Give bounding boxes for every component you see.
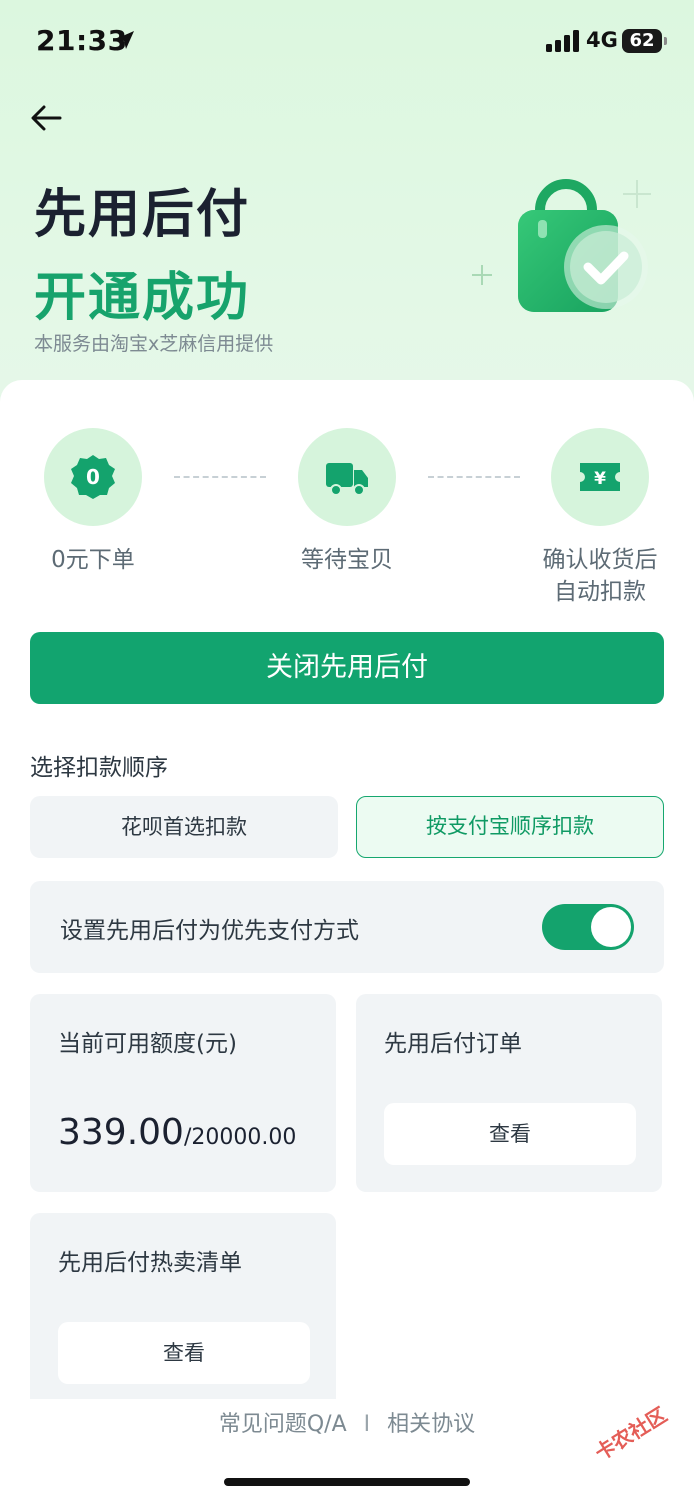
step-auto-deduct: ¥ 确认收货后 自动扣款 (510, 428, 690, 608)
zero-badge-text: 0 (86, 465, 100, 489)
credit-available: 339.00 (58, 1112, 184, 1153)
page-title: 先用后付 (34, 185, 251, 245)
step-connector (174, 476, 266, 478)
pay-later-orders-card: 先用后付订单 查看 (356, 994, 662, 1192)
preferred-payment-toggle[interactable] (542, 904, 634, 950)
orders-title: 先用后付订单 (384, 1031, 522, 1057)
yuan-text: ¥ (594, 469, 606, 489)
truck-icon (326, 463, 368, 496)
credit-limit-card: 当前可用额度(元) 339.00/20000.00 (30, 994, 336, 1192)
service-provider-note: 本服务由淘宝x芝麻信用提供 (34, 333, 274, 355)
step-order-zero: 0 0元下单 (3, 428, 183, 576)
hot-list-title: 先用后付热卖清单 (58, 1250, 242, 1276)
close-pay-later-button[interactable]: 关闭先用后付 (30, 632, 664, 704)
step-label-line2: 自动扣款 (554, 579, 646, 605)
step-label-line1: 确认收货后 (542, 547, 658, 573)
preferred-payment-label: 设置先用后付为优先支付方式 (60, 918, 359, 944)
step-wait-goods: 等待宝贝 (257, 428, 437, 576)
zero-badge-icon: 0 (71, 455, 115, 499)
footer-separator: I (363, 1412, 371, 1437)
credit-limit-title: 当前可用额度(元) (58, 1031, 237, 1057)
step-connector (428, 476, 520, 478)
view-orders-button[interactable]: 查看 (384, 1103, 636, 1165)
battery-tip (664, 37, 667, 45)
step-circle (298, 428, 396, 526)
network-type: 4G (586, 28, 618, 52)
battery-indicator: 62 (622, 29, 662, 53)
status-bar: 21:33 4G 62 (0, 0, 694, 84)
agreement-link[interactable]: 相关协议 (387, 1406, 475, 1438)
activation-status: 开通成功 (34, 268, 251, 328)
shopping-bag-check-icon (472, 179, 651, 312)
step-label: 等待宝贝 (301, 547, 393, 573)
step-circle: 0 (44, 428, 142, 526)
home-indicator (224, 1478, 470, 1486)
step-label: 确认收货后 自动扣款 (510, 544, 690, 608)
location-arrow-icon (116, 31, 134, 49)
step-circle: ¥ (551, 428, 649, 526)
footer-links: 常见问题Q/A I 相关协议 (0, 1406, 694, 1438)
toggle-knob (591, 907, 631, 947)
back-arrow-icon[interactable] (28, 100, 64, 136)
credit-total: 20000.00 (191, 1125, 297, 1150)
step-label: 0元下单 (51, 547, 135, 573)
preferred-payment-row: 设置先用后付为优先支付方式 (30, 881, 664, 973)
faq-link[interactable]: 常见问题Q/A (219, 1406, 347, 1438)
hot-list-card: 先用后付热卖清单 查看 (30, 1213, 336, 1399)
option-huabei-first[interactable]: 花呗首选扣款 (30, 796, 338, 858)
view-hot-list-button[interactable]: 查看 (58, 1322, 310, 1384)
credit-amount: 339.00/20000.00 (58, 1112, 296, 1153)
deduction-order-label: 选择扣款顺序 (30, 755, 168, 781)
option-alipay-order[interactable]: 按支付宝顺序扣款 (356, 796, 664, 858)
yuan-ticket-icon: ¥ (580, 463, 620, 491)
cellular-signal-icon (546, 30, 579, 52)
